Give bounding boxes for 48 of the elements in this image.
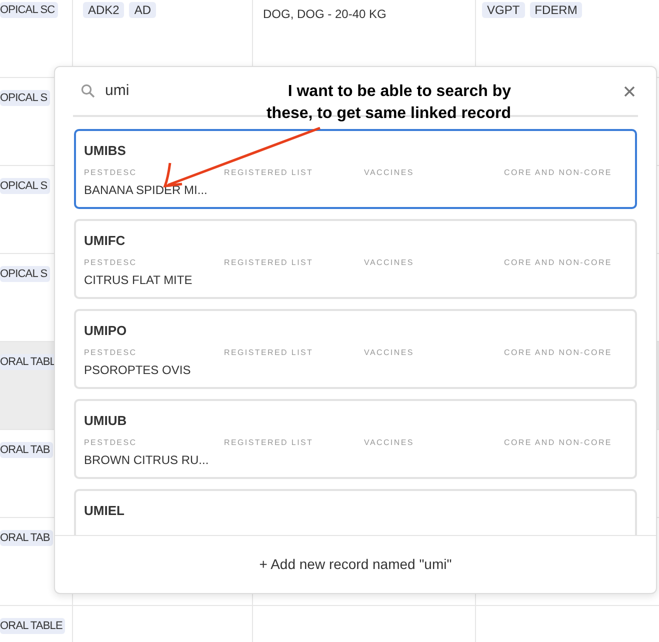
record-card[interactable]: UMIPO PESTDESC PSOROPTES OVIS REGISTERED LIST VACCINES CORE AND NON-CORE xyxy=(74,309,637,389)
field-label: VACCINES xyxy=(364,167,415,179)
record-title: UMIFC xyxy=(84,233,126,249)
record-card[interactable]: UMIUB PESTDESC BROWN CITRUS RU... REGISTERED LIST VACCINES CORE AND NON-CORE xyxy=(74,399,637,479)
add-record-button[interactable]: + Add new record named "umi" xyxy=(259,554,452,575)
field-label: VACCINES xyxy=(364,257,415,269)
close-icon[interactable] xyxy=(624,86,635,96)
tag: ORAL TABLE xyxy=(0,618,66,634)
tag: ORAL TAB xyxy=(0,442,53,458)
tag: ADK2 xyxy=(83,2,124,18)
field-label: REGISTERED LIST xyxy=(224,437,314,449)
search-icon xyxy=(81,84,95,98)
field-label: PESTDESC xyxy=(84,167,138,179)
search-input[interactable]: umi xyxy=(105,80,185,102)
record-card[interactable]: UMIBS PESTDESC BANANA SPIDER MI... REGISTERED LIST VACCINES CORE AND NON-CORE xyxy=(74,129,637,209)
field-label: PESTDESC xyxy=(84,257,138,269)
tag: OPICAL S xyxy=(0,90,50,106)
annotation-text: I want to be able to search by xyxy=(288,82,511,102)
field-label: VACCINES xyxy=(364,347,415,359)
tag: OPICAL SC xyxy=(0,2,58,18)
tag: VGPT xyxy=(482,2,525,18)
record-title: UMIBS xyxy=(84,143,127,159)
record-title: UMIPO xyxy=(84,323,128,339)
field-label: REGISTERED LIST xyxy=(224,347,314,359)
field-label: CORE AND NON-CORE xyxy=(504,347,613,359)
tag: FDERM xyxy=(530,2,582,18)
annotation-text: these, to get same linked record xyxy=(266,104,511,124)
field-value: CITRUS FLAT MITE xyxy=(84,272,194,288)
tag: ORAL TAB xyxy=(0,530,53,546)
table-cell-text: DOG, DOG - 20-40 KG xyxy=(263,7,386,21)
field-label: REGISTERED LIST xyxy=(224,257,314,269)
record-card[interactable]: UMIFC PESTDESC CITRUS FLAT MITE REGISTERED LIST VACCINES CORE AND NON-CORE xyxy=(74,219,637,299)
tag: AD xyxy=(129,2,156,18)
field-value: BROWN CITRUS RU... xyxy=(84,452,210,468)
field-label: CORE AND NON-CORE xyxy=(504,167,613,179)
field-label: PESTDESC xyxy=(84,347,138,359)
field-label: VACCINES xyxy=(364,437,415,449)
field-label: CORE AND NON-CORE xyxy=(504,437,613,449)
tag: OPICAL S xyxy=(0,178,50,194)
field-value: PSOROPTES OVIS xyxy=(84,362,192,378)
record-title: UMIUB xyxy=(84,413,128,429)
field-label: PESTDESC xyxy=(84,437,138,449)
field-value: BANANA SPIDER MI... xyxy=(84,182,208,198)
record-title: UMIEL xyxy=(84,503,126,519)
record-card[interactable]: UMIEL xyxy=(74,489,637,535)
field-label: REGISTERED LIST xyxy=(224,167,314,179)
field-label: CORE AND NON-CORE xyxy=(504,257,613,269)
tag: OPICAL S xyxy=(0,266,50,282)
